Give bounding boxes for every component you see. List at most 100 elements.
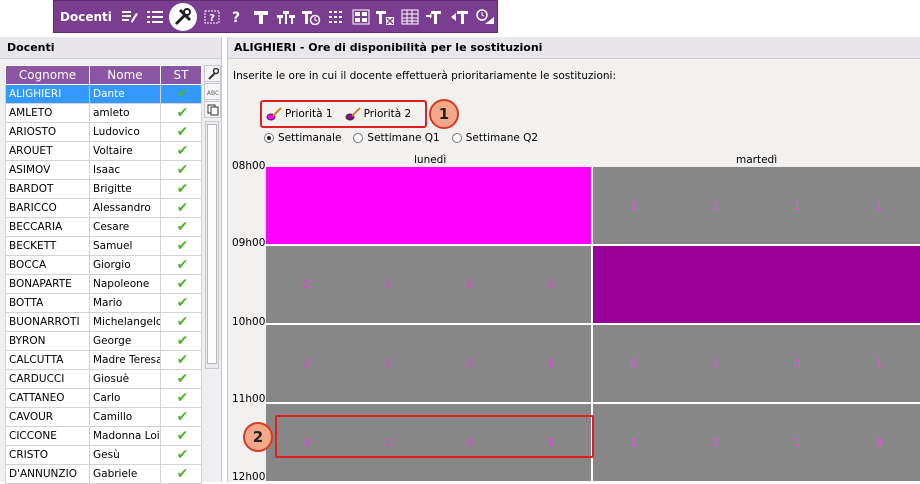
teacher-surname: BUONARROTI <box>5 312 90 332</box>
abc-icon[interactable]: ABC <box>204 83 221 100</box>
teachers-grid: Cognome Nome ST ALIGHIERI Dante ✔ AMLETO aml… <box>5 65 202 484</box>
teacher-name: Voltaire <box>89 141 161 161</box>
radio-button-settimanale[interactable] <box>264 133 274 143</box>
check-icon: ✔ <box>176 466 189 482</box>
table-row[interactable]: D'ANNUNZIO Gabriele ✔ <box>5 464 202 484</box>
slot-value: 2 <box>303 278 310 291</box>
teacher-surname: CATTANEO <box>5 388 90 408</box>
teacher-name: Giosuè <box>89 369 161 389</box>
time-slot[interactable] <box>593 246 920 323</box>
time-slot[interactable]: 2 1 2 1 <box>266 325 591 402</box>
group-icon[interactable] <box>275 4 298 30</box>
slot-value: 1 <box>794 199 801 212</box>
radio-settimanale[interactable]: Settimanale <box>264 132 341 144</box>
table-row[interactable]: CICCONE Madonna Loiu ✔ <box>5 426 202 446</box>
question-icon[interactable]: ? <box>225 4 248 30</box>
table-row[interactable]: ALIGHIERI Dante ✔ <box>5 84 202 104</box>
slot-value: 0 <box>630 357 638 370</box>
scrollbar-thumb[interactable] <box>207 124 217 364</box>
radio-label-settimanale: Settimanale <box>278 132 342 144</box>
check-icon: ✔ <box>176 105 189 121</box>
edit-list-icon[interactable] <box>119 4 142 30</box>
slot-value: 2 <box>465 357 473 370</box>
table-icon[interactable] <box>399 4 422 30</box>
check-icon: ✔ <box>176 409 189 425</box>
teacher-name: Mario <box>89 293 161 313</box>
hour-label-12h00: 12h00 <box>232 471 266 483</box>
grid-icon[interactable] <box>324 4 347 30</box>
time-slot[interactable]: 1 3 1 3 <box>593 404 920 481</box>
priority-1-button[interactable]: Priorità 1 <box>266 107 333 121</box>
slot-value: 1 <box>712 357 719 370</box>
table-row[interactable]: AROUET Voltaire ✔ <box>5 141 202 161</box>
teacher-name: Madre Teresa <box>89 350 161 370</box>
teacher-surname: AMLETO <box>5 103 90 123</box>
teacher-move-icon[interactable] <box>424 4 447 30</box>
slot-value: 3 <box>712 436 719 449</box>
availability-panel-title: ALIGHIERI - Ore di disponibilità per le … <box>228 37 920 59</box>
teacher-name: Alessandro <box>89 198 161 218</box>
slot-value: 1 <box>794 436 801 449</box>
table-row[interactable]: ASIMOV Isaac ✔ <box>5 160 202 180</box>
clock-teacher-icon[interactable] <box>473 4 496 30</box>
radio-button-settimane-q2[interactable] <box>451 133 462 143</box>
teacher-clock-icon[interactable] <box>300 4 323 30</box>
list-icon[interactable] <box>144 4 167 30</box>
slot-value: 2 <box>465 278 473 291</box>
column-header-name[interactable]: Nome <box>89 65 161 85</box>
teacher-st: ✔ <box>160 198 202 218</box>
table-row[interactable]: CAVOUR Camillo ✔ <box>5 407 202 427</box>
slot-value: 1 <box>875 199 883 212</box>
radio-settimane-q2[interactable]: Settimane Q2 <box>451 132 538 144</box>
priority-2-button[interactable]: Priorità 2 <box>345 107 412 121</box>
time-slot[interactable]: 2 3 2 3 <box>266 246 591 323</box>
table-row[interactable]: BECKETT Samuel ✔ <box>5 236 202 256</box>
teacher-arrow-icon[interactable] <box>448 4 471 30</box>
teacher-st: ✔ <box>160 160 202 180</box>
teacher-name: Camillo <box>89 407 161 427</box>
teacher-icon[interactable] <box>250 4 273 30</box>
table-row[interactable]: CARDUCCI Giosuè ✔ <box>5 369 202 389</box>
table-row[interactable]: BECCARIA Cesare ✔ <box>5 217 202 237</box>
check-icon: ✔ <box>176 333 189 349</box>
teacher-name: amleto <box>89 103 161 123</box>
table-row[interactable]: ARIOSTO Ludovico ✔ <box>5 122 202 142</box>
teacher-remove-icon[interactable] <box>374 4 397 30</box>
teacher-name: Dante <box>89 84 161 104</box>
table-row[interactable]: AMLETO amleto ✔ <box>5 103 202 123</box>
help-key-icon[interactable]: ? <box>200 4 223 30</box>
side-tools: ABC <box>204 65 221 119</box>
tools-icon[interactable] <box>169 2 198 31</box>
slot-value: 1 <box>630 199 638 212</box>
table-row[interactable]: BARDOT Brigitte ✔ <box>5 179 202 199</box>
timetable-icon[interactable] <box>349 4 372 30</box>
table-row[interactable]: BOCCA Giorgio ✔ <box>5 255 202 275</box>
table-row[interactable]: BOTTA Mario ✔ <box>5 293 202 313</box>
callout-1: 1 <box>429 99 459 129</box>
teacher-st: ✔ <box>160 293 202 313</box>
table-row[interactable]: CRISTO Gesù ✔ <box>5 445 202 465</box>
teacher-name: Giorgio <box>89 255 161 275</box>
day-header-lunedi: lunedì <box>414 154 447 166</box>
column-header-st[interactable]: ST <box>160 65 202 85</box>
priority-2-label: Priorità 2 <box>363 108 412 120</box>
teacher-st: ✔ <box>160 255 202 275</box>
wrench-icon[interactable] <box>204 65 221 82</box>
table-row[interactable]: CALCUTTA Madre Teresa ✔ <box>5 350 202 370</box>
radio-button-settimane-q1[interactable] <box>353 133 364 143</box>
table-row[interactable]: BONAPARTE Napoleone ✔ <box>5 274 202 294</box>
table-row[interactable]: BYRON George ✔ <box>5 331 202 351</box>
teacher-surname: BONAPARTE <box>5 274 90 294</box>
column-header-surname[interactable]: Cognome <box>5 65 90 85</box>
copy-icon[interactable] <box>204 101 221 118</box>
time-slot[interactable]: 1 1 1 1 <box>593 167 920 244</box>
time-slot[interactable] <box>266 167 591 244</box>
teacher-name: Madonna Loiu <box>89 426 161 446</box>
teachers-scrollbar[interactable] <box>205 121 219 369</box>
radio-settimane-q1[interactable]: Settimane Q1 <box>353 132 440 144</box>
table-row[interactable]: BUONARROTI Michelangelo ✔ <box>5 312 202 332</box>
table-row[interactable]: BARICCO Alessandro ✔ <box>5 198 202 218</box>
time-slot[interactable]: 0 1 0 1 <box>593 325 920 402</box>
table-row[interactable]: CATTANEO Carlo ✔ <box>5 388 202 408</box>
teacher-surname: BARICCO <box>5 198 90 218</box>
